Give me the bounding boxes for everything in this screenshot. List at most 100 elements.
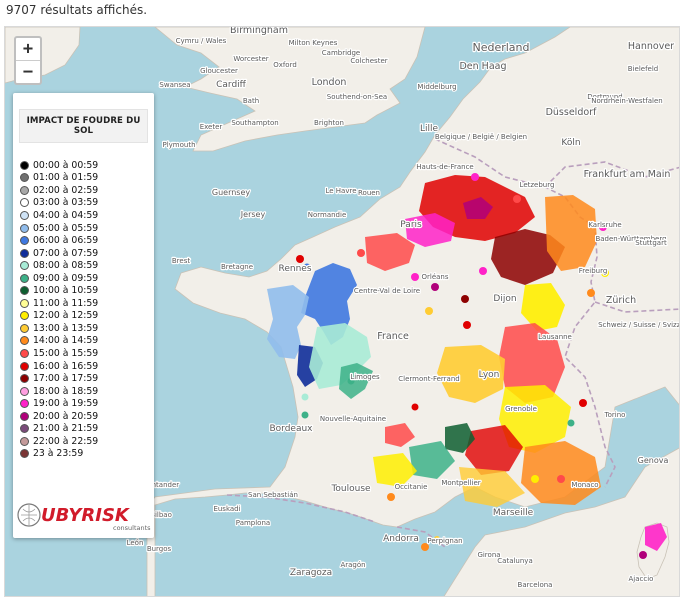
legend-label: 10:00 à 10:59 <box>33 285 99 297</box>
place-label: Bielefeld <box>628 65 658 73</box>
place-label: Nederland <box>472 41 529 54</box>
place-label: Le Havre <box>325 187 356 195</box>
legend-color-dot <box>20 223 29 233</box>
place-label: London <box>312 77 347 88</box>
legend-item: 21:00 à 21:59 <box>20 422 98 435</box>
place-label: Torino <box>604 411 626 419</box>
legend-title: IMPACT DE FOUDRE DU SOL <box>19 109 148 143</box>
legend-label: 23 à 23:59 <box>33 448 84 460</box>
place-label: Jersey <box>240 210 266 219</box>
place-label: Gloucester <box>200 67 238 75</box>
legend-item: 17:00 à 17:59 <box>20 372 98 385</box>
place-label: Brest <box>172 257 190 265</box>
place-label: Hauts-de-France <box>416 163 473 171</box>
place-label: Cardiff <box>216 80 247 90</box>
place-label: Exeter <box>200 123 223 131</box>
legend-color-dot <box>20 411 29 421</box>
legend-color-dot <box>20 160 29 170</box>
place-label: Lyon <box>479 370 500 380</box>
legend-color-dot <box>20 374 29 384</box>
place-label: Grenoble <box>505 405 537 413</box>
place-label: Perpignan <box>427 537 462 545</box>
legend-list: 00:00 à 00:59 01:00 à 01:59 02:00 à 02:59 0… <box>20 159 98 460</box>
place-label: Cymru / Wales <box>176 37 227 45</box>
place-label: Swansea <box>159 81 190 89</box>
legend-item: 07:00 à 07:59 <box>20 247 98 260</box>
place-label: Toulouse <box>330 484 371 494</box>
place-label: Aragón <box>340 561 365 569</box>
place-label: Milton Keynes <box>289 39 338 47</box>
place-label: Clermont-Ferrand <box>398 375 459 383</box>
legend-label: 21:00 à 21:59 <box>33 423 99 435</box>
legend-color-dot <box>20 261 29 271</box>
legend-item: 23 à 23:59 <box>20 448 98 461</box>
place-label: Freiburg <box>579 267 608 275</box>
place-label: Marseille <box>493 508 534 518</box>
place-label: Rennes <box>278 264 311 274</box>
place-label: Lausanne <box>538 333 572 341</box>
place-label: Centre-Val de Loire <box>354 287 420 295</box>
place-label: Catalunya <box>497 557 532 565</box>
legend-color-dot <box>20 236 29 246</box>
legend-label: 04:00 à 04:59 <box>33 209 99 221</box>
place-label: Nordrhein-Westfalen <box>591 97 663 105</box>
legend-item: 12:00 à 12:59 <box>20 310 98 323</box>
legend-item: 05:00 à 05:59 <box>20 222 98 235</box>
legend-label: 18:00 à 18:59 <box>33 385 99 397</box>
place-label: Cambridge <box>322 49 360 57</box>
legend-label: 00:00 à 00:59 <box>33 159 99 171</box>
ubyrisk-logo: UBYRISK consultants <box>17 503 151 532</box>
legend-label: 15:00 à 15:59 <box>33 347 99 359</box>
place-label: Southend-on-Sea <box>327 93 387 101</box>
legend-panel: IMPACT DE FOUDRE DU SOL 00:00 à 00:59 01:… <box>13 93 154 538</box>
legend-color-dot <box>20 173 29 183</box>
legend-item: 18:00 à 18:59 <box>20 385 98 398</box>
logo-wordmark: UBYRISK <box>41 505 131 526</box>
legend-item: 13:00 à 13:59 <box>20 322 98 335</box>
zoom-out-button[interactable]: − <box>16 60 40 83</box>
zoom-in-button[interactable]: + <box>16 38 40 60</box>
place-label: Ajaccio <box>629 575 654 583</box>
place-label: Hannover <box>628 41 674 52</box>
legend-label: 14:00 à 14:59 <box>33 335 99 347</box>
legend-color-dot <box>20 298 29 308</box>
place-label: Karlsruhe <box>588 221 621 229</box>
legend-label: 16:00 à 16:59 <box>33 360 99 372</box>
legend-item: 10:00 à 10:59 <box>20 284 98 297</box>
legend-label: 19:00 à 19:59 <box>33 398 99 410</box>
legend-label: 09:00 à 09:59 <box>33 272 99 284</box>
place-label: Colchester <box>350 57 387 65</box>
place-label: León <box>127 539 144 547</box>
place-label: Rouen <box>358 189 380 197</box>
legend-item: 03:00 à 03:59 <box>20 197 98 210</box>
place-label: Letzeburg <box>520 181 555 189</box>
legend-color-dot <box>20 386 29 396</box>
legend-color-dot <box>20 336 29 346</box>
place-label: Bath <box>243 97 259 105</box>
place-label: Köln <box>561 138 580 148</box>
map-view[interactable]: Birmingham Cymru / Wales Milton Keynes Camb… <box>4 26 680 597</box>
legend-item: 14:00 à 14:59 <box>20 335 98 348</box>
legend-label: 13:00 à 13:59 <box>33 322 99 334</box>
legend-item: 08:00 à 08:59 <box>20 259 98 272</box>
place-label: Orléans <box>421 273 448 281</box>
legend-item: 15:00 à 15:59 <box>20 347 98 360</box>
place-label: Barcelona <box>518 581 553 589</box>
legend-color-dot <box>20 311 29 321</box>
place-label: Brighton <box>314 119 344 127</box>
place-label: Andorra <box>383 534 419 544</box>
place-label: Belgique / België / Belgien <box>435 133 527 141</box>
legend-item: 19:00 à 19:59 <box>20 397 98 410</box>
legend-item: 01:00 à 01:59 <box>20 172 98 185</box>
legend-color-dot <box>20 198 29 208</box>
legend-color-dot <box>20 210 29 220</box>
legend-color-dot <box>20 449 29 459</box>
legend-item: 09:00 à 09:59 <box>20 272 98 285</box>
legend-label: 05:00 à 05:59 <box>33 222 99 234</box>
legend-color-dot <box>20 424 29 434</box>
place-label: Birmingham <box>230 27 288 36</box>
legend-item: 02:00 à 02:59 <box>20 184 98 197</box>
place-label: Normandie <box>308 211 347 219</box>
legend-item: 00:00 à 00:59 <box>20 159 98 172</box>
place-label: France <box>377 331 409 342</box>
